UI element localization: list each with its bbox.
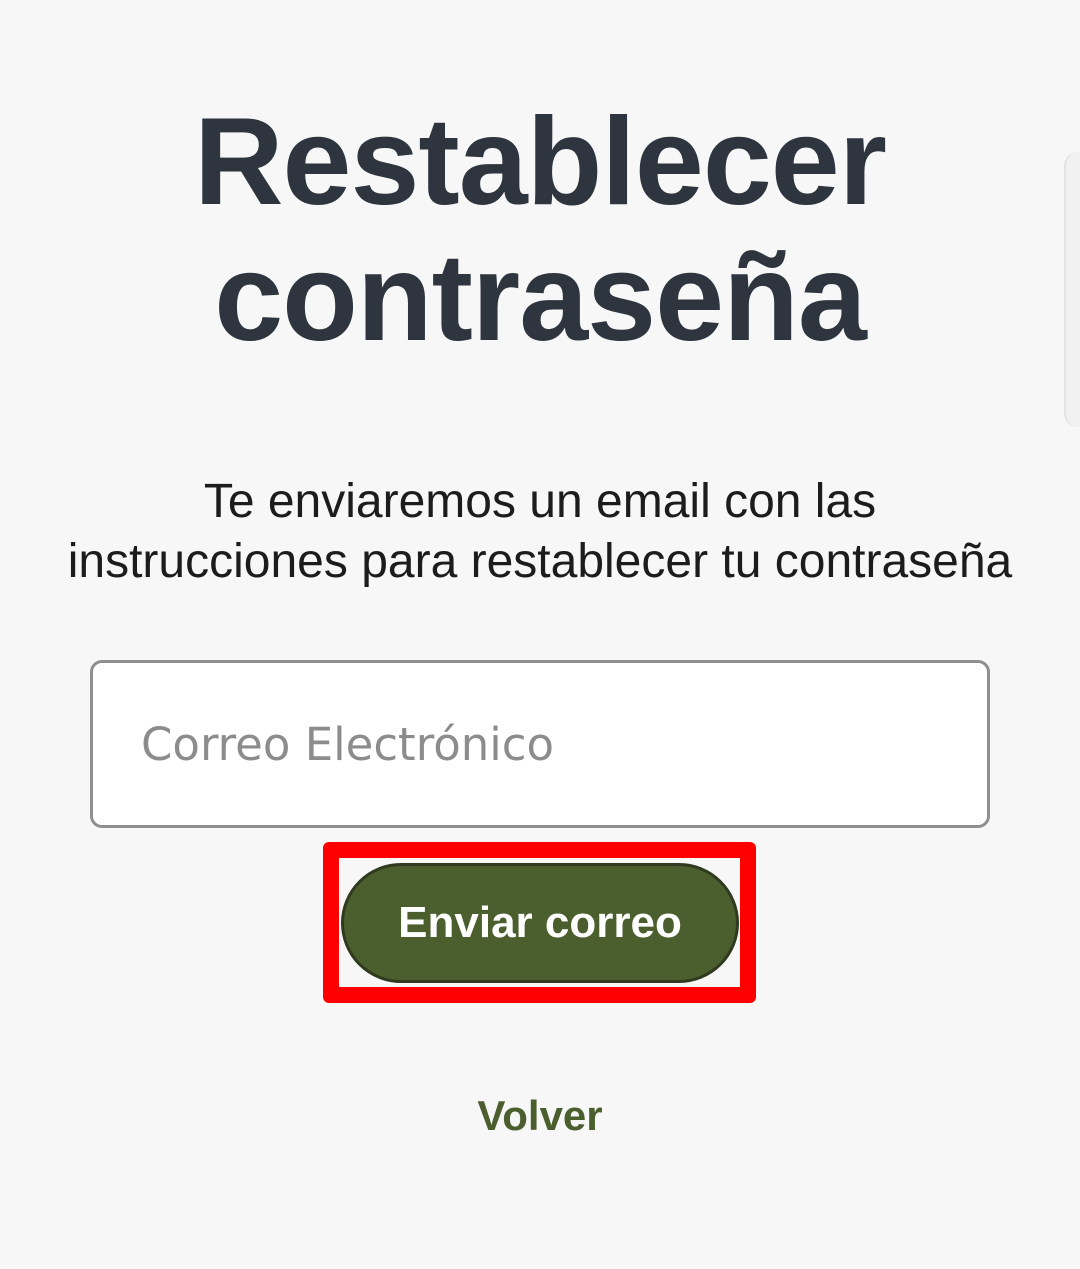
email-input[interactable]: [90, 660, 990, 828]
page-title: Restablecer contraseña: [0, 94, 1080, 366]
page-title-line-2: contraseña: [214, 229, 867, 367]
send-email-button[interactable]: Enviar correo: [341, 863, 739, 983]
page-title-line-1: Restablecer: [193, 93, 887, 231]
instructions-line-2: instrucciones para restablecer tu contra…: [67, 535, 1013, 588]
back-link[interactable]: Volver: [0, 1090, 1080, 1142]
instructions-text: Te enviaremos un email con las instrucci…: [0, 472, 1080, 592]
instructions-line-1: Te enviaremos un email con las: [203, 475, 877, 528]
